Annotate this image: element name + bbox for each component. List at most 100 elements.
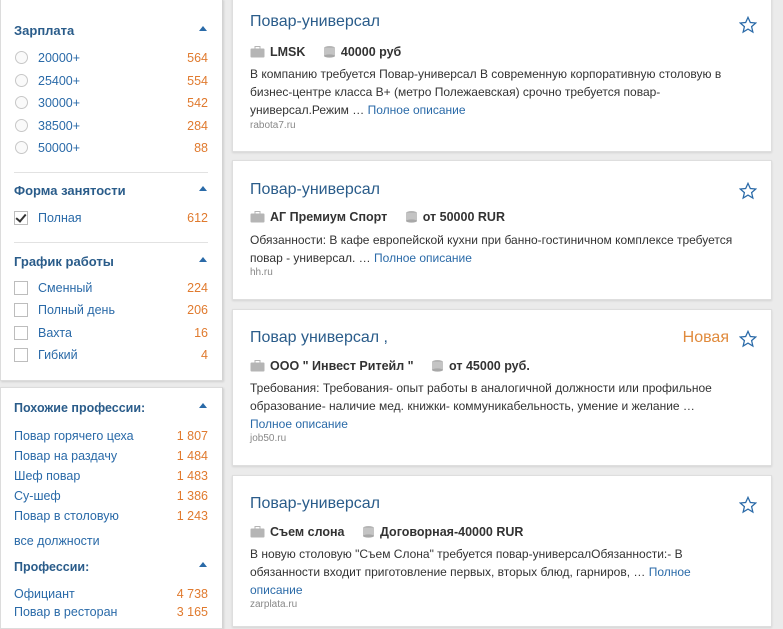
vacancy-card[interactable]: Повар-универсал Съем слона Договорная-40… [232,475,772,627]
profession-link[interactable]: Повар на раздачу [14,447,117,465]
salary-option[interactable]: 25400+ 554 [14,72,208,90]
salary-value: 40000 руб [340,45,402,59]
option-count: 224 [187,281,208,295]
source-site: hh.ru [250,267,273,278]
salary-option[interactable]: 38500+ 284 [14,117,208,135]
schedule-option[interactable]: Вахта 16 [14,324,208,342]
profession-link[interactable]: Су-шеф [14,487,61,505]
checkbox[interactable] [14,348,28,362]
checkbox[interactable] [14,326,28,340]
salary-option[interactable]: 30000+ 542 [14,94,208,112]
option-label[interactable]: Вахта [38,324,72,342]
vacancy-meta: ООО " Инвест Ритейл " от 45000 руб. [250,357,544,375]
description-text: В новую столовую "Съем Слона" требуется … [250,547,683,579]
option-count: 564 [187,51,208,65]
collapse-arrow-icon[interactable] [199,562,207,567]
salary: Договорная-40000 RUR [362,523,523,541]
similar-item[interactable]: Су-шеф 1 386 [14,487,208,505]
profession-link[interactable]: Официант [14,585,75,603]
radio-button[interactable] [15,51,28,64]
coins-icon [323,46,335,58]
vacancy-title-link[interactable]: Повар универсал , [250,329,388,347]
star-icon[interactable] [739,16,757,34]
vacancy-title-link[interactable]: Повар-универсал [250,495,380,513]
company: ООО " Инвест Ритейл " [250,357,414,375]
similar-item[interactable]: Шеф повар 1 483 [14,467,208,485]
checkbox[interactable] [14,303,28,317]
option-label[interactable]: Сменный [38,279,92,297]
new-badge: Новая [682,329,729,346]
star-icon[interactable] [739,182,757,200]
salary-filter-title[interactable]: Зарплата [14,22,208,40]
profession-item[interactable]: Официант 4 738 [14,585,208,603]
radio-button[interactable] [15,96,28,109]
employment-option[interactable]: Полная 612 [14,209,208,227]
similar-item[interactable]: Повар на раздачу 1 484 [14,447,208,465]
profession-link[interactable]: Шеф повар [14,467,80,485]
profession-link[interactable]: Повар в ресторан [14,603,117,621]
option-label[interactable]: 30000+ [38,94,80,112]
schedule-option[interactable]: Сменный 224 [14,279,208,297]
all-positions-text[interactable]: все должности [14,532,100,550]
profession-item[interactable]: Повар в ресторан 3 165 [14,603,208,621]
employment-title-text: Форма занятости [14,183,126,198]
schedule-filter-title[interactable]: График работы [14,253,208,271]
checkbox[interactable] [14,281,28,295]
option-count: 554 [187,74,208,88]
collapse-arrow-icon[interactable] [199,26,207,31]
star-icon[interactable] [739,496,757,514]
radio-button[interactable] [15,74,28,87]
vacancy-title-link[interactable]: Повар-универсал [250,181,380,199]
all-positions-link[interactable]: все должности [14,532,208,550]
profession-count: 3 165 [176,605,208,619]
briefcase-icon [250,360,265,372]
star-icon[interactable] [739,330,757,348]
vacancy-description: Требования: Требования- опыт работы в ан… [250,379,740,433]
schedule-option[interactable]: Гибкий 4 [14,346,208,364]
similar-item[interactable]: Повар в столовую 1 243 [14,507,208,525]
profession-link[interactable]: Повар в столовую [14,507,119,525]
vacancy-meta: АГ Премиум Спорт от 50000 RUR [250,208,519,226]
salary-option[interactable]: 50000+ 88 [14,139,208,157]
vacancy-card[interactable]: Повар-универсал АГ Премиум Спорт от 5000… [232,160,772,300]
description-text: Требования: Требования- опыт работы в ан… [250,381,712,413]
collapse-arrow-icon[interactable] [199,186,207,191]
schedule-option[interactable]: Полный день 206 [14,301,208,319]
option-count: 4 [201,348,208,362]
full-description-link[interactable]: Полное описание [368,103,466,117]
radio-button[interactable] [15,141,28,154]
option-label[interactable]: 25400+ [38,72,80,90]
vacancy-title-link[interactable]: Повар-универсал [250,13,380,31]
option-label[interactable]: Гибкий [38,346,78,364]
option-label[interactable]: 50000+ [38,139,80,157]
salary-title-text: Зарплата [14,23,75,38]
employment-filter-title[interactable]: Форма занятости [14,182,208,200]
filters-panel: Зарплата 20000+ 564 25400+ 554 30000+ 54… [0,0,223,381]
company: Съем слона [250,523,345,541]
radio-button[interactable] [15,119,28,132]
option-label[interactable]: Полная [38,209,82,227]
similar-title[interactable]: Похожие профессии: [14,399,208,417]
collapse-arrow-icon[interactable] [199,403,207,408]
salary-option[interactable]: 20000+ 564 [14,49,208,67]
checkbox-checked[interactable] [14,211,28,225]
vacancy-card[interactable]: Повар-универсал LMSK 40000 руб В компани… [232,0,772,152]
company-name: АГ Премиум Спорт [270,210,388,224]
similar-item[interactable]: Повар горячего цеха 1 807 [14,427,208,445]
option-label[interactable]: 20000+ [38,49,80,67]
salary-value: от 50000 RUR [422,210,505,224]
option-label[interactable]: 38500+ [38,117,80,135]
salary-value: от 45000 руб. [449,359,530,373]
full-description-link[interactable]: Полное описание [250,417,348,431]
option-count: 284 [187,119,208,133]
profession-link[interactable]: Повар горячего цеха [14,427,134,445]
source-site: rabota7.ru [250,120,296,131]
professions-title[interactable]: Профессии: [14,558,208,576]
vacancy-card[interactable]: Повар универсал , Новая ООО " Инвест Рит… [232,309,772,466]
salary-filter: Зарплата 20000+ 564 25400+ 554 30000+ 54… [14,22,208,173]
option-label[interactable]: Полный день [38,301,115,319]
profession-count: 1 807 [176,429,208,443]
vacancy-meta: LMSK 40000 руб [250,43,415,61]
full-description-link[interactable]: Полное описание [374,251,472,265]
collapse-arrow-icon[interactable] [199,257,207,262]
